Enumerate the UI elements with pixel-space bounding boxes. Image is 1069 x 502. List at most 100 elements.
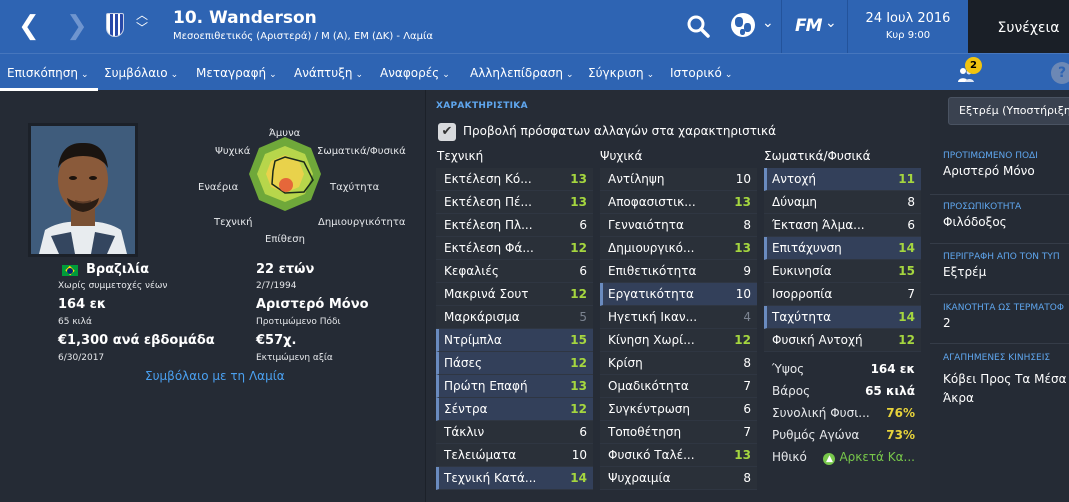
role-select-button[interactable]: Εξτρέμ (Υποστήριξη) [948,97,1069,125]
attribute-row[interactable]: Ψυχραιμία 8 [600,467,757,490]
attribute-row[interactable]: Αντίληψη 10 [600,168,757,191]
attribute-value: 8 [743,218,751,232]
help-icon[interactable]: ? [1051,62,1069,84]
attribute-row[interactable]: Δημιουργικό... 13 [600,237,757,260]
show-changes-label[interactable]: Προβολή πρόσφατων αλλαγών στα χαρακτηρισ… [463,124,776,138]
attribute-row[interactable]: Εκτέλεση Κό... 13 [436,168,593,191]
fm-logo[interactable]: FM [795,16,823,36]
attribute-row[interactable]: Φυσικό Ταλέ... 13 [600,444,757,467]
height-value: 164 εκ [58,297,107,312]
sidebar-value-media-description: Εξτρέμ [943,265,987,279]
divider [930,194,1069,195]
forward-arrow-icon[interactable]: ❯ [66,13,88,39]
tab-label: Ιστορικό [670,66,722,80]
attribute-row[interactable]: Εκτέλεση Πλ... 6 [436,214,593,237]
attribute-value: 14 [898,241,915,255]
tab-interaction[interactable]: Αλληλεπίδραση ⌄ [470,66,574,80]
attribute-value: 13 [570,379,587,393]
attribute-row[interactable]: Επιθετικότητα 9 [600,260,757,283]
morale-row[interactable]: Ηθικό ▲ Αρκετά Κα... [764,446,921,468]
attribute-row[interactable]: Συγκέντρωση 6 [600,398,757,421]
radar-core [279,178,293,192]
estimated-value-label: Εκτιμώμενη αξία [256,353,333,363]
attribute-row[interactable]: Τοποθέτηση 7 [600,421,757,444]
attribute-row[interactable]: Ταχύτητα 14 [764,306,921,329]
attribute-row[interactable]: Τελειώματα 10 [436,444,593,467]
attribute-row[interactable]: Εκτέλεση Φά... 12 [436,237,593,260]
attribute-row[interactable]: Γενναιότητα 8 [600,214,757,237]
date-display[interactable]: 24 Ιουλ 2016 Κυρ 9:00 [848,0,968,53]
chevron-down-icon[interactable]: ⌄ [762,15,774,31]
brazil-flag-icon [62,265,78,276]
attribute-row[interactable]: Εργατικότητα 10 [600,283,757,306]
attribute-name: Ισορροπία [772,287,833,301]
chevron-down-icon: ⌄ [269,70,277,80]
tab-development[interactable]: Ανάπτυξη ⌄ [294,66,363,80]
attribute-row[interactable]: Μαρκάρισμα 5 [436,306,593,329]
attribute-name: Ψυχραιμία [608,471,671,485]
club-badge-icon[interactable] [106,13,124,37]
tab-comparison[interactable]: Σύγκριση ⌄ [588,66,654,80]
physical-attributes-list: Αντοχή 11 Δύναμη 8 Έκταση Άλμα... 6 Επιτάχυνση… [764,168,921,468]
sidebar-value-favourite-moves: Κόβει Προς Τα Μέσα Α [943,372,1069,386]
attribute-row[interactable]: Τεχνική Κατά... 14 [436,467,593,490]
attribute-name: Κρίση [608,356,643,370]
attribute-row[interactable]: Ηγετική Ικαν... 4 [600,306,757,329]
attribute-row[interactable]: Επιτάχυνση 14 [764,237,921,260]
nationality[interactable]: Βραζιλία [86,262,149,277]
attribute-value: 13 [734,448,751,462]
chevron-down-icon[interactable]: ⌄ [825,15,837,31]
continue-button[interactable]: Συνέχεια [968,0,1069,53]
contract-link[interactable]: Συμβόλαιο με τη Λαμία [145,369,285,383]
mental-attributes-list: Αντίληψη 10 Αποφασιστικ... 13 Γενναιότητα 8 Δη… [600,168,757,490]
attribute-row[interactable]: Κίνηση Χωρί... 12 [600,329,757,352]
attribute-row[interactable]: Δύναμη 8 [764,191,921,214]
show-changes-checkbox[interactable]: ✔ [438,123,456,141]
attribute-row[interactable]: Ντρίμπλα 15 [436,329,593,352]
attribute-row[interactable]: Πρώτη Επαφή 13 [436,375,593,398]
attribute-name: Εκτέλεση Πλ... [444,218,533,232]
top-bar: ❮ ❯ ︿ ﹀ 10. Wanderson Μεσοεπιθετικός (Αρι… [0,0,1069,53]
attribute-name: Κίνηση Χωρί... [608,333,695,347]
attribute-name: Εργατικότητα [608,287,694,301]
globe-icon[interactable] [731,13,755,37]
attribute-row[interactable]: Αντοχή 11 [764,168,921,191]
attribute-value: 6 [579,264,587,278]
attribute-row[interactable]: Έκταση Άλμα... 6 [764,214,921,237]
attribute-row[interactable]: Αποφασιστικ... 13 [600,191,757,214]
attribute-row[interactable]: Κεφαλιές 6 [436,260,593,283]
tab-transfer[interactable]: Μεταγραφή ⌄ [196,66,277,80]
attribute-row[interactable]: Πάσες 12 [436,352,593,375]
attribute-row[interactable]: Τάκλιν 6 [436,421,593,444]
tab-history[interactable]: Ιστορικό ⌄ [670,66,732,80]
attribute-row[interactable]: Μακρινά Σουτ 12 [436,283,593,306]
physical-stat-name: Ύψος [772,362,805,376]
wage-value: €1,300 ανά εβδομάδα [58,333,215,348]
attribute-value: 5 [579,310,587,324]
attribute-name: Τεχνική Κατά... [444,471,537,485]
search-icon[interactable] [686,14,710,38]
chevron-down-icon: ⌄ [170,70,179,80]
age-value: 22 ετών [256,262,315,277]
player-switch-arrows-icon[interactable]: ︿ ﹀ [136,9,148,35]
chevron-down-icon: ⌄ [565,70,574,80]
tab-reports[interactable]: Αναφορές ⌄ [380,66,450,80]
attribute-row[interactable]: Ισορροπία 7 [764,283,921,306]
tab-overview[interactable]: Επισκόπηση ⌄ [0,66,100,91]
sidebar-value-personality: Φιλόδοξος [943,215,1007,229]
attribute-name: Αποφασιστικ... [608,195,696,209]
attribute-row[interactable]: Σέντρα 12 [436,398,593,421]
attribute-name: Τελειώματα [444,448,517,462]
tab-contract[interactable]: Συμβόλαιο ⌄ [104,66,178,80]
attribute-row[interactable]: Φυσική Αντοχή 12 [764,329,921,352]
attribute-row[interactable]: Κρίση 8 [600,352,757,375]
menu-bar: Επισκόπηση ⌄ Συμβόλαιο ⌄ Μεταγραφή ⌄ Ανάπτυ… [0,53,1069,91]
attribute-row[interactable]: Εκτέλεση Πέ... 13 [436,191,593,214]
date-of-birth: 2/7/1994 [256,281,297,291]
attribute-value: 6 [579,218,587,232]
back-arrow-icon[interactable]: ❮ [18,13,40,39]
attribute-row[interactable]: Ομαδικότητα 7 [600,375,757,398]
attribute-row[interactable]: Ευκινησία 15 [764,260,921,283]
notification-badge[interactable]: 2 [965,57,982,74]
attribute-value: 10 [735,287,751,301]
